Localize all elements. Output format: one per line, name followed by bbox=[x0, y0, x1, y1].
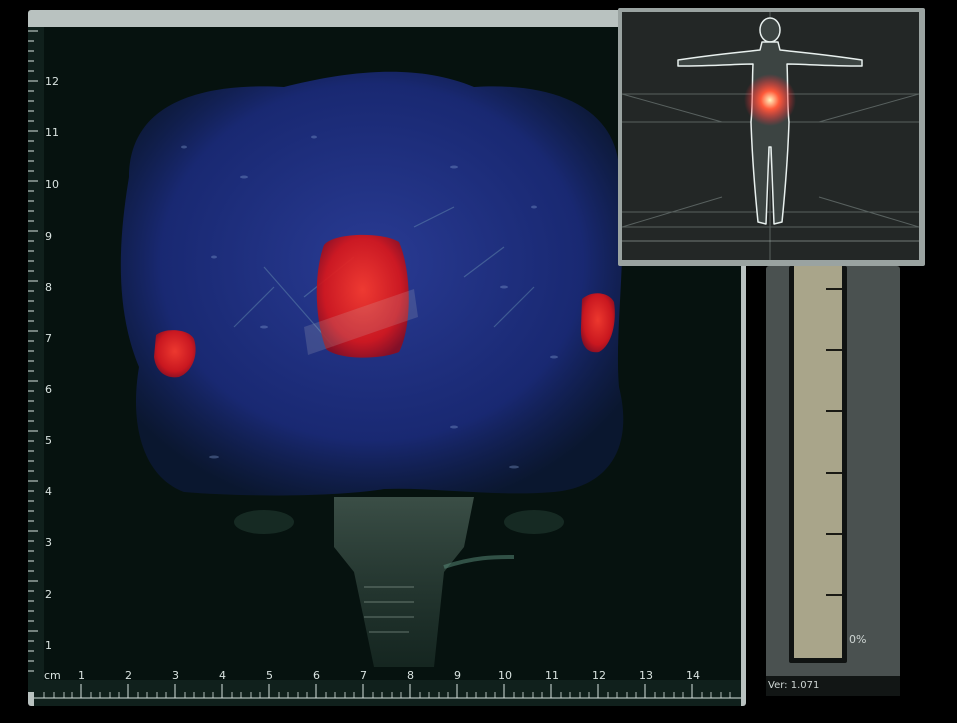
ruler-x-label: 4 bbox=[219, 669, 226, 682]
body-locator[interactable] bbox=[622, 12, 919, 260]
gauge-tick bbox=[826, 349, 842, 351]
ruler-x-label: 14 bbox=[686, 669, 700, 682]
ruler-x-label: 13 bbox=[639, 669, 653, 682]
gauge-percent: 0% bbox=[849, 633, 867, 646]
gauge-fill bbox=[794, 266, 842, 658]
ruler-y-label: 9 bbox=[45, 230, 52, 243]
ruler-x-label: 7 bbox=[360, 669, 367, 682]
target-highlight bbox=[744, 74, 796, 126]
ruler-x-label: 8 bbox=[407, 669, 414, 682]
ruler-y-label: 11 bbox=[45, 126, 59, 139]
ruler-x-label: 9 bbox=[454, 669, 461, 682]
ruler-y-label: 10 bbox=[45, 178, 59, 191]
ruler-y-label: 3 bbox=[45, 536, 52, 549]
ruler-x-label: 1 bbox=[78, 669, 85, 682]
ruler-y-label: 7 bbox=[45, 332, 52, 345]
ruler-y-label: 2 bbox=[45, 588, 52, 601]
ruler-x-label: 6 bbox=[313, 669, 320, 682]
ruler-x-label: 2 bbox=[125, 669, 132, 682]
ruler-y-label: 12 bbox=[45, 75, 59, 88]
ruler-x-label: 12 bbox=[592, 669, 606, 682]
gauge-tick bbox=[826, 288, 842, 290]
ruler-y-label: 4 bbox=[45, 485, 52, 498]
ruler-x-label: 11 bbox=[545, 669, 559, 682]
gauge-tick bbox=[826, 594, 842, 596]
ruler-y-label: 1 bbox=[45, 639, 52, 652]
horizontal-ruler bbox=[34, 680, 741, 706]
gauge-tick bbox=[826, 533, 842, 535]
version-label: Ver: 1.071 bbox=[768, 680, 820, 691]
ruler-x-label: 10 bbox=[498, 669, 512, 682]
ruler-y-label: 5 bbox=[45, 434, 52, 447]
ruler-y-label: 8 bbox=[45, 281, 52, 294]
gauge-tick bbox=[826, 472, 842, 474]
ruler-x-label: 3 bbox=[172, 669, 179, 682]
gauge-tick bbox=[826, 410, 842, 412]
vertical-ruler bbox=[28, 27, 44, 692]
spine-structure bbox=[334, 497, 474, 667]
ruler-x-label: 5 bbox=[266, 669, 273, 682]
ruler-y-label: 6 bbox=[45, 383, 52, 396]
ruler-unit-label: cm bbox=[44, 669, 61, 682]
